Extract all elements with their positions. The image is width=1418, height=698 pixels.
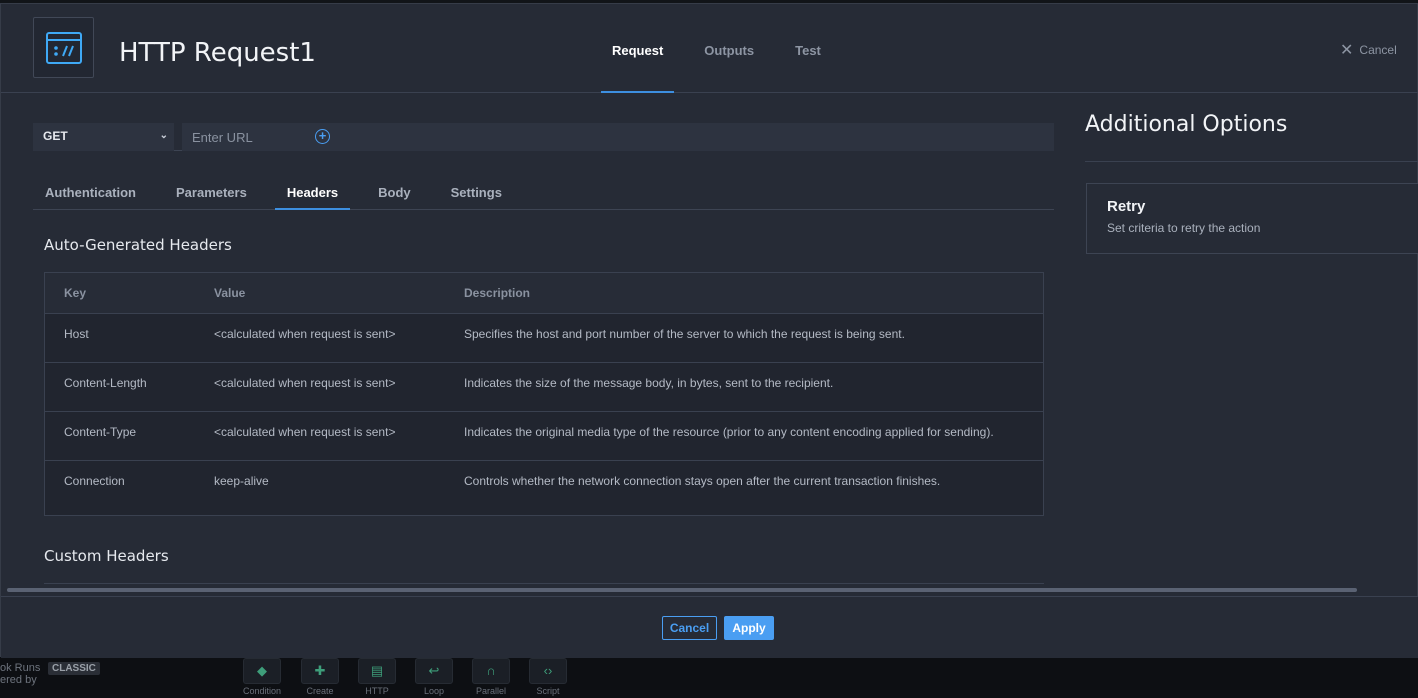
header-value: keep-alive [214, 474, 269, 488]
header-description: Specifies the host and port number of th… [464, 327, 905, 341]
loop-icon: ↩ [415, 658, 453, 684]
classic-badge: CLASSIC [48, 662, 100, 675]
header-value: <calculated when request is sent> [214, 327, 396, 341]
tab-settings[interactable]: Settings [439, 174, 514, 210]
add-variable-icon[interactable]: + [315, 129, 330, 144]
table-row: Connection keep-alive Controls whether t… [45, 461, 1043, 510]
tab-outputs[interactable]: Outputs [693, 4, 765, 93]
header-key: Content-Type [64, 425, 137, 439]
header-description: Controls whether the network connection … [464, 474, 941, 488]
chevron-down-icon: ⌄ [159, 130, 168, 141]
auto-headers-table: Key Value Description Host <calculated w… [44, 272, 1044, 516]
column-header-value: Value [214, 286, 246, 300]
header-description: Indicates the original media type of the… [464, 425, 994, 439]
script-icon: ‹› [529, 658, 567, 684]
url-input[interactable] [182, 123, 1054, 151]
dock-item-parallel[interactable]: ∩ Parallel [467, 658, 515, 698]
header-value: <calculated when request is sent> [214, 376, 396, 390]
dialog-title: HTTP Request1 [119, 38, 316, 68]
dialog-footer: Cancel Apply [1, 596, 1418, 658]
cancel-close-button[interactable]: ✕ Cancel [1340, 40, 1397, 60]
apply-button[interactable]: Apply [724, 616, 774, 640]
top-tabs: Request Outputs Test [601, 4, 851, 93]
custom-headers-title: Custom Headers [44, 547, 169, 565]
http-request-dialog: HTTP Request1 Request Outputs Test ✕ Can… [0, 3, 1418, 658]
tab-test[interactable]: Test [784, 4, 832, 93]
header-key: Host [64, 327, 89, 341]
cancel-label: Cancel [1359, 43, 1397, 57]
table-row: Host <calculated when request is sent> S… [45, 314, 1043, 363]
method-value: GET [43, 129, 68, 143]
table-header: Key Value Description [45, 273, 1043, 314]
dock-item-http[interactable]: ▤ HTTP [353, 658, 401, 698]
dock-item-condition[interactable]: ◆ Condition [238, 658, 286, 698]
tab-body[interactable]: Body [366, 174, 423, 210]
background-dock-bar [0, 656, 1418, 698]
tab-authentication[interactable]: Authentication [33, 174, 148, 210]
table-row: Content-Length <calculated when request … [45, 363, 1043, 412]
request-sub-tabs: Authentication Parameters Headers Body S… [33, 174, 1054, 210]
retry-description: Set criteria to retry the action [1107, 221, 1261, 235]
retry-title: Retry [1107, 198, 1146, 215]
tab-request[interactable]: Request [601, 4, 675, 93]
header-key: Content-Length [64, 376, 147, 390]
dialog-header: HTTP Request1 Request Outputs Test ✕ Can… [1, 4, 1418, 93]
url-bar: GET ⌄ + [33, 123, 1054, 151]
close-icon: ✕ [1340, 42, 1354, 59]
column-header-description: Description [464, 286, 531, 300]
background-status-text: ok Runs ered by [0, 662, 41, 686]
horizontal-scrollbar[interactable] [7, 588, 1357, 592]
auto-headers-title: Auto-Generated Headers [44, 236, 232, 254]
column-header-key: Key [64, 286, 87, 300]
header-key: Connection [64, 474, 125, 488]
additional-options-divider [1085, 161, 1418, 162]
header-description: Indicates the size of the message body, … [464, 376, 834, 390]
tab-headers[interactable]: Headers [274, 174, 351, 210]
retry-option-card[interactable]: Retry Set criteria to retry the action [1086, 183, 1418, 254]
http-request-icon [33, 17, 94, 78]
condition-icon: ◆ [243, 658, 281, 684]
parallel-icon: ∩ [472, 658, 510, 684]
table-row: Content-Type <calculated when request is… [45, 412, 1043, 461]
additional-options-title: Additional Options [1085, 112, 1288, 137]
cancel-button[interactable]: Cancel [662, 616, 717, 640]
dock-item-create[interactable]: ✚ Create [296, 658, 344, 698]
http-icon: ▤ [358, 658, 396, 684]
custom-headers-divider [44, 583, 1044, 584]
header-value: <calculated when request is sent> [214, 425, 396, 439]
tab-parameters[interactable]: Parameters [164, 174, 259, 210]
method-select[interactable]: GET ⌄ [33, 123, 174, 151]
create-icon: ✚ [301, 658, 339, 684]
dock-item-script[interactable]: ‹› Script [524, 658, 572, 698]
dock-item-loop[interactable]: ↩ Loop [410, 658, 458, 698]
